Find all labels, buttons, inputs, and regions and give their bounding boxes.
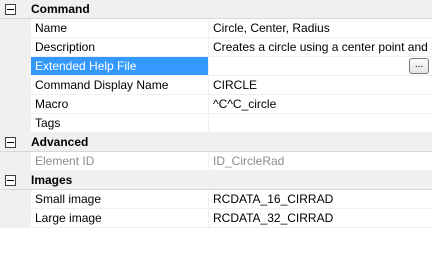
property-name: Tags bbox=[31, 114, 209, 133]
category-images[interactable]: Images bbox=[0, 171, 432, 190]
row-gutter bbox=[0, 190, 31, 209]
property-value[interactable]: CIRCLE bbox=[209, 76, 432, 95]
property-name: Large image bbox=[31, 209, 209, 228]
collapse-icon[interactable] bbox=[5, 137, 16, 148]
property-row-extended-help-file[interactable]: Extended Help File ... bbox=[0, 57, 432, 76]
row-gutter bbox=[0, 114, 31, 133]
row-gutter bbox=[0, 152, 31, 171]
property-row-name[interactable]: Name Circle, Center, Radius bbox=[0, 19, 432, 38]
property-value[interactable]: Creates a circle using a center point an… bbox=[209, 38, 432, 57]
browse-button[interactable]: ... bbox=[409, 58, 429, 74]
property-name: Description bbox=[31, 38, 209, 57]
property-value[interactable]: Circle, Center, Radius bbox=[209, 19, 432, 38]
property-value-cell[interactable]: ... bbox=[209, 57, 432, 76]
property-value[interactable]: ^C^C_circle bbox=[209, 95, 432, 114]
property-name: Name bbox=[31, 19, 209, 38]
property-name: Extended Help File bbox=[31, 57, 209, 76]
row-gutter bbox=[0, 38, 31, 57]
category-label: Advanced bbox=[31, 135, 89, 149]
property-value[interactable] bbox=[209, 114, 432, 133]
row-gutter bbox=[0, 57, 31, 76]
properties-grid: Command Name Circle, Center, Radius Desc… bbox=[0, 0, 432, 265]
category-advanced[interactable]: Advanced bbox=[0, 133, 432, 152]
row-gutter bbox=[0, 209, 31, 228]
property-name: Small image bbox=[31, 190, 209, 209]
collapse-icon[interactable] bbox=[5, 4, 16, 15]
property-value: ID_CircleRad bbox=[209, 152, 432, 171]
property-row-tags[interactable]: Tags bbox=[0, 114, 432, 133]
category-label: Command bbox=[31, 2, 90, 16]
property-row-small-image[interactable]: Small image RCDATA_16_CIRRAD bbox=[0, 190, 432, 209]
property-row-element-id[interactable]: Element ID ID_CircleRad bbox=[0, 152, 432, 171]
property-row-macro[interactable]: Macro ^C^C_circle bbox=[0, 95, 432, 114]
property-row-command-display-name[interactable]: Command Display Name CIRCLE bbox=[0, 76, 432, 95]
property-row-description[interactable]: Description Creates a circle using a cen… bbox=[0, 38, 432, 57]
property-name: Element ID bbox=[31, 152, 209, 171]
property-name: Command Display Name bbox=[31, 76, 209, 95]
property-name: Macro bbox=[31, 95, 209, 114]
category-command[interactable]: Command bbox=[0, 0, 432, 19]
collapse-icon[interactable] bbox=[5, 175, 16, 186]
property-row-large-image[interactable]: Large image RCDATA_32_CIRRAD bbox=[0, 209, 432, 228]
property-value[interactable]: RCDATA_32_CIRRAD bbox=[209, 209, 432, 228]
row-gutter bbox=[0, 95, 31, 114]
property-value[interactable]: RCDATA_16_CIRRAD bbox=[209, 190, 432, 209]
category-label: Images bbox=[31, 173, 73, 187]
row-gutter bbox=[0, 19, 31, 38]
row-gutter bbox=[0, 76, 31, 95]
